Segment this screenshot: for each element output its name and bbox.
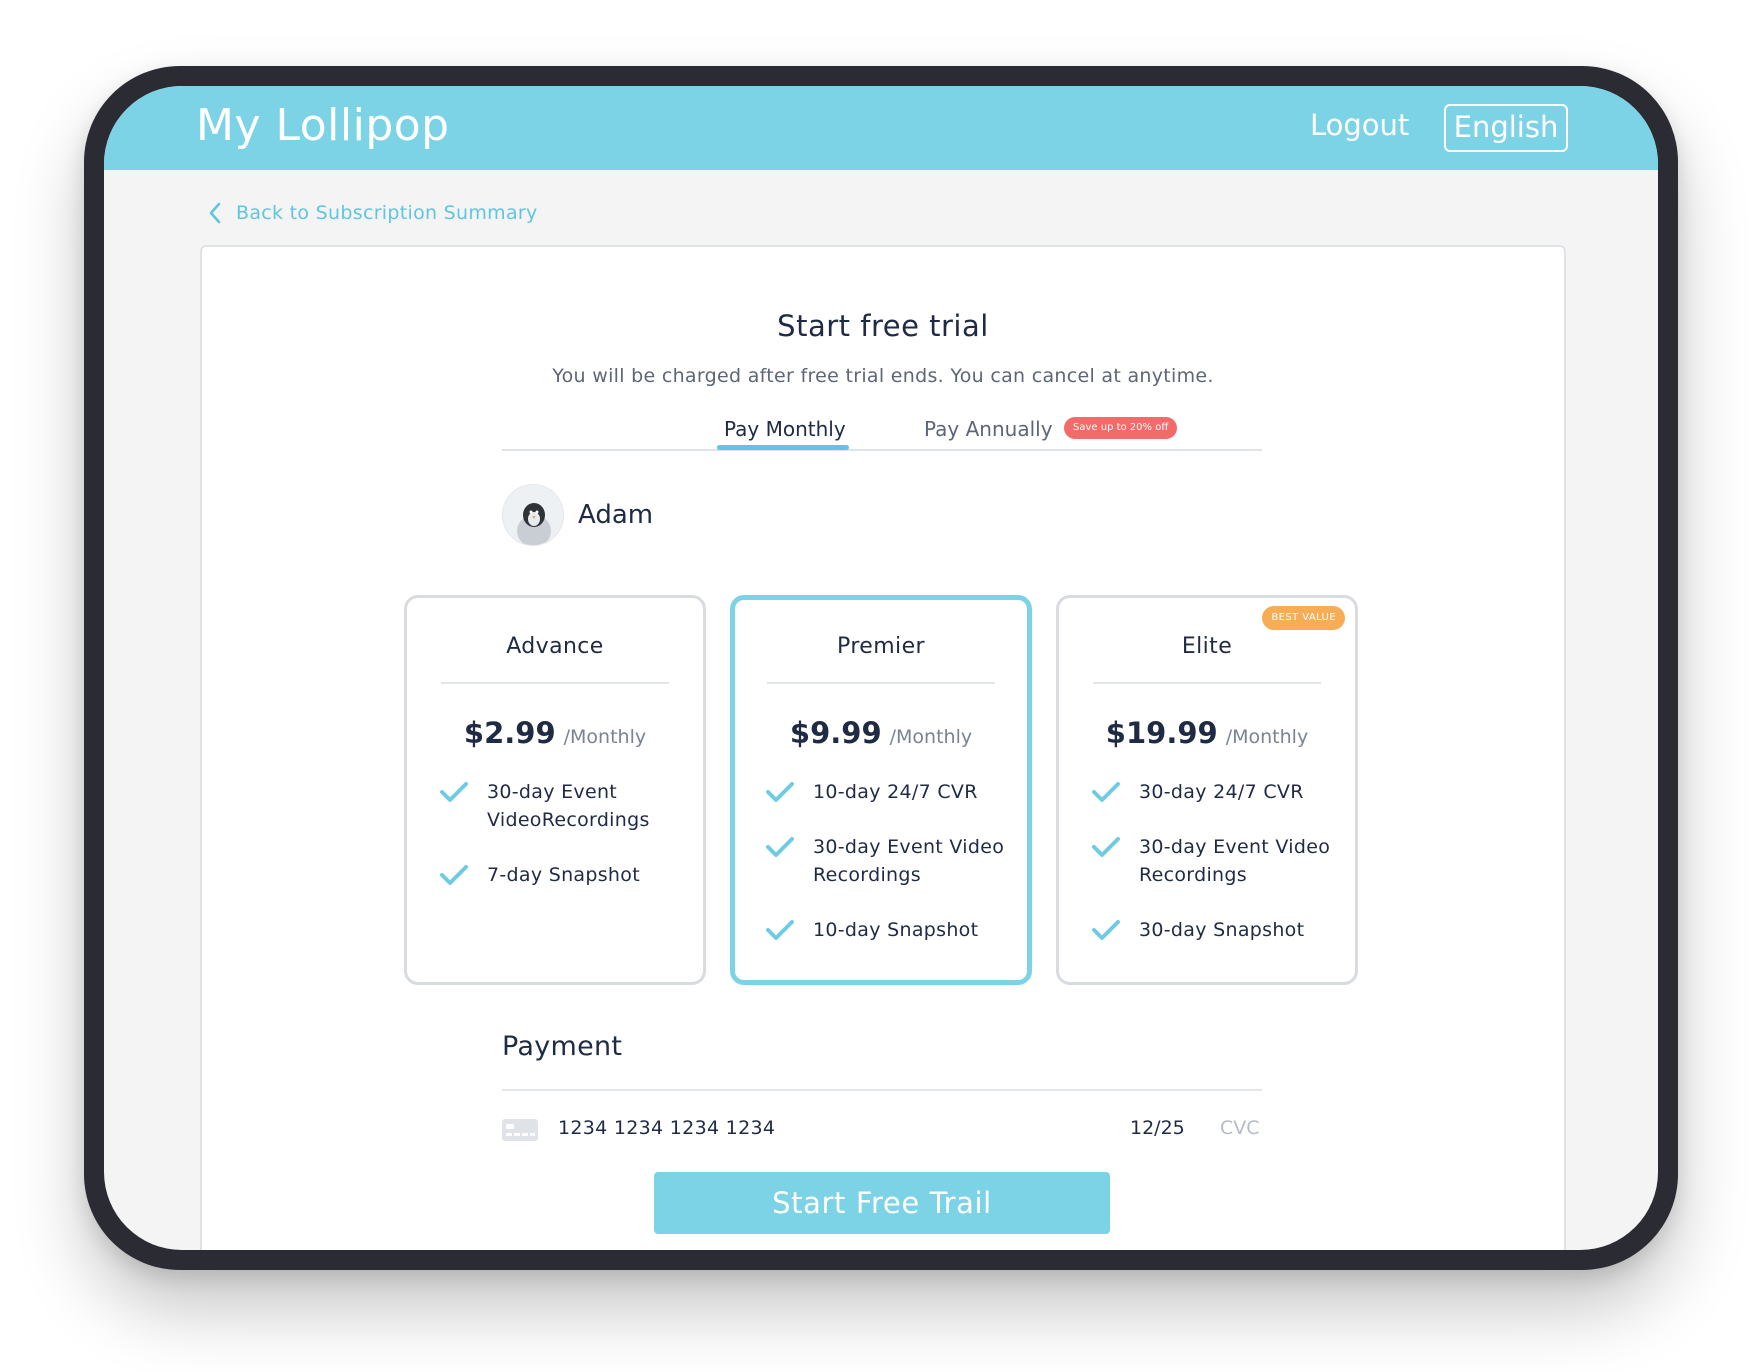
feature-text: 30-day Snapshot (1139, 919, 1305, 941)
plan-period: /Monthly (1225, 726, 1309, 748)
plan-price: $9.99 (789, 716, 882, 750)
logout-link[interactable]: Logout (1310, 108, 1409, 142)
card-expiry-field[interactable]: 12/25 (1130, 1117, 1185, 1139)
top-bar: My Lollipop Logout English (104, 86, 1658, 170)
plan-price: $2.99 (463, 716, 556, 750)
feature-item: 10-day 24/7 CVR (765, 778, 1011, 806)
checkmark-icon (766, 782, 794, 802)
feature-text: 30-day Event Video Recordings (813, 836, 1005, 886)
price-row: $2.99 /Monthly (407, 716, 703, 750)
penguin-avatar (502, 484, 564, 546)
best-value-badge: BEST VALUE (1262, 606, 1345, 630)
tab-pay-monthly[interactable]: Pay Monthly (724, 417, 846, 441)
feature-text: 10-day 24/7 CVR (813, 781, 978, 803)
language-button[interactable]: English (1444, 104, 1568, 152)
checkmark-icon (1092, 920, 1120, 940)
plan-card-advance[interactable]: Advance $2.99 /Monthly 30-day Event Vide… (404, 595, 706, 985)
profile: Adam (502, 484, 653, 546)
plan-name: Premier (837, 634, 925, 659)
checkmark-icon (440, 865, 468, 885)
chevron-left-icon (209, 202, 221, 224)
start-free-trial-button[interactable]: Start Free Trail (654, 1172, 1110, 1234)
feature-list: 30-day 24/7 CVR 30-day Event Video Recor… (1091, 778, 1339, 971)
feature-text: 30-day Event Video Recordings (1139, 836, 1331, 886)
price-row: $9.99 /Monthly (735, 716, 1027, 750)
page-title: Start free trial (777, 309, 989, 343)
plan-divider (1093, 682, 1321, 684)
plan-name: Advance (506, 634, 604, 659)
trial-card: Start free trial You will be charged aft… (200, 245, 1566, 1250)
card-cvc-field[interactable]: CVC (1220, 1117, 1260, 1139)
feature-list: 30-day Event VideoRecordings 7-day Snaps… (439, 778, 687, 916)
checkmark-icon (440, 782, 468, 802)
feature-item: 30-day Event Video Recordings (1091, 833, 1339, 889)
feature-item: 7-day Snapshot (439, 861, 687, 889)
profile-name: Adam (578, 500, 654, 530)
card-number-field[interactable]: 1234 1234 1234 1234 (558, 1117, 775, 1139)
page-subtitle: You will be charged after free trial end… (552, 365, 1214, 387)
feature-text: 7-day Snapshot (487, 864, 640, 886)
checkmark-icon (1092, 837, 1120, 857)
checkmark-icon (766, 920, 794, 940)
credit-card-icon (502, 1119, 538, 1141)
plan-divider (441, 682, 669, 684)
feature-item: 30-day 24/7 CVR (1091, 778, 1339, 806)
tab-pay-annually[interactable]: Pay Annually (924, 417, 1053, 441)
active-tab-indicator (717, 445, 849, 450)
back-to-subscription-link[interactable]: Back to Subscription Summary (208, 198, 538, 228)
plan-divider (767, 682, 995, 684)
feature-list: 10-day 24/7 CVR 30-day Event Video Recor… (765, 778, 1011, 971)
save-badge: Save up to 20% off (1064, 417, 1178, 439)
plan-name: Elite (1181, 634, 1233, 659)
price-row: $19.99 /Monthly (1059, 716, 1355, 750)
app-screen: My Lollipop Logout English Back to Subsc… (104, 86, 1658, 1250)
feature-item: 30-day Snapshot (1091, 916, 1339, 944)
billing-tabs: Pay Monthly Pay Annually Save up to 20% … (502, 407, 1262, 451)
plan-card-elite[interactable]: BEST VALUE Elite $19.99 /Monthly 30-day … (1056, 595, 1358, 985)
feature-text: 30-day 24/7 CVR (1139, 781, 1304, 803)
plan-period: /Monthly (563, 726, 647, 748)
payment-title: Payment (502, 1031, 623, 1062)
back-link-label: Back to Subscription Summary (236, 202, 538, 224)
plan-card-premier[interactable]: Premier $9.99 /Monthly 10-day 24/7 CVR 3… (730, 595, 1032, 985)
tablet-frame: My Lollipop Logout English Back to Subsc… (84, 66, 1678, 1270)
feature-item: 10-day Snapshot (765, 916, 1011, 944)
checkmark-icon (1092, 782, 1120, 802)
plan-period: /Monthly (889, 726, 973, 748)
card-input-row: 1234 1234 1234 1234 12/25 CVC (502, 1113, 1262, 1147)
plan-price: $19.99 (1105, 716, 1218, 750)
feature-item: 30-day Event VideoRecordings (439, 778, 687, 834)
checkmark-icon (766, 837, 794, 857)
payment-divider (502, 1089, 1262, 1091)
feature-text: 30-day Event VideoRecordings (487, 781, 650, 831)
app-title: My Lollipop (196, 100, 450, 151)
feature-text: 10-day Snapshot (813, 919, 979, 941)
feature-item: 30-day Event Video Recordings (765, 833, 1011, 889)
